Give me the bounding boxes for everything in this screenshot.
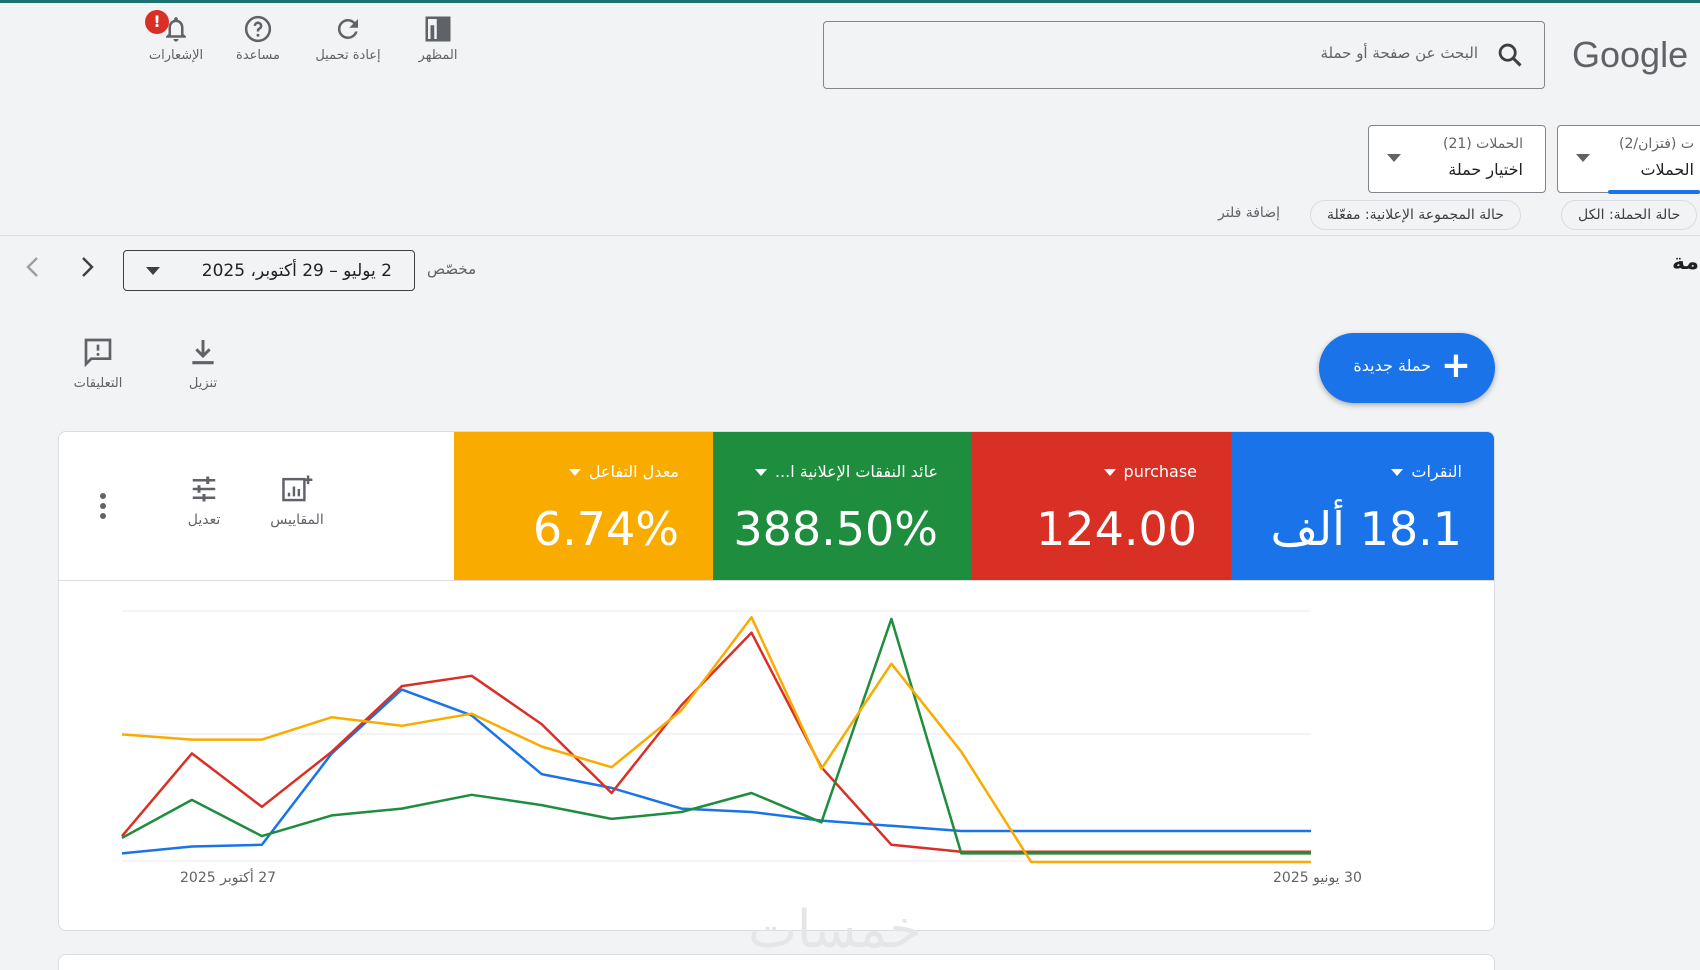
x-axis-end-label: 27 أكتوبر 2025 xyxy=(180,870,277,886)
help-button[interactable]: مساعدة xyxy=(215,14,301,63)
download-label: تنزيل xyxy=(188,376,218,391)
kpi-value: 124.00 xyxy=(1036,502,1197,556)
more-options-icon[interactable] xyxy=(99,492,107,524)
feedback-label: التعليقات xyxy=(73,376,123,391)
chart-series-line-3 xyxy=(121,617,1311,855)
feedback-button[interactable]: التعليقات xyxy=(58,336,138,391)
alert-badge: ! xyxy=(145,10,169,34)
adjust-button[interactable]: تعديل xyxy=(169,474,239,528)
filter-chip-campaign-status[interactable]: حالة الحملة: الكل xyxy=(1561,200,1698,230)
selector-active-indicator xyxy=(1608,190,1700,194)
notifications-button[interactable]: ! الإشعارات xyxy=(133,10,219,63)
kpi-name: معدل التفاعل xyxy=(588,462,679,481)
campaign-selector[interactable]: الحملات (21) اختيار حملة xyxy=(1368,125,1546,193)
caret-down-icon xyxy=(754,469,767,476)
google-logo-text: Google xyxy=(1572,34,1689,75)
kpi-value: 18.1 ألف xyxy=(1270,502,1462,556)
refresh-label: إعادة تحميل xyxy=(315,48,381,63)
new-campaign-label: حملة جديدة xyxy=(1353,356,1431,375)
kpi-engagement-rate[interactable]: معدل التفاعل 6.74% xyxy=(454,432,713,580)
adjust-label: تعديل xyxy=(187,512,221,528)
tune-icon xyxy=(192,476,216,502)
help-icon xyxy=(244,15,272,43)
chevron-right-icon[interactable] xyxy=(76,255,98,279)
chevron-down-icon xyxy=(1576,154,1590,162)
metrics-button[interactable]: المقاييس xyxy=(262,474,332,528)
kpi-name: النقرات xyxy=(1411,462,1462,481)
refresh-icon xyxy=(337,18,358,39)
account-selector-small: ت (فتزان/2) xyxy=(1618,136,1694,152)
metrics-chart-icon xyxy=(282,475,313,502)
chevron-down-icon xyxy=(1387,154,1401,162)
top-accent-line xyxy=(0,0,1700,3)
kpi-value: 388.50% xyxy=(733,502,938,556)
watermark: خمسات xyxy=(748,900,922,960)
date-range-value: 2 يوليو – 29 أكتوبر، 2025 xyxy=(201,261,392,281)
kpi-name: purchase xyxy=(1123,462,1197,481)
account-selector-value: الحملات xyxy=(1640,160,1694,179)
plus-icon: + xyxy=(1440,345,1471,386)
account-selector[interactable]: ت (فتزان/2) الحملات xyxy=(1557,125,1700,193)
kpi-purchase[interactable]: purchase 124.00 xyxy=(972,432,1231,580)
kpi-roas[interactable]: عائد النفقات الإعلانية ا... 388.50% xyxy=(713,432,972,580)
date-range-picker[interactable]: 2 يوليو – 29 أكتوبر، 2025 xyxy=(123,250,415,291)
refresh-button[interactable]: إعادة تحميل xyxy=(305,14,391,63)
divider xyxy=(0,235,1700,236)
appearance-icon xyxy=(425,16,451,42)
performance-card: تعديل المقاييس معدل التفاعل 6.74% عائد ا… xyxy=(58,431,1495,931)
notifications-label: الإشعارات xyxy=(148,48,204,63)
caret-down-icon xyxy=(1391,469,1404,476)
feedback-icon xyxy=(84,338,112,368)
chevron-left-icon[interactable] xyxy=(22,255,44,279)
filter-chip-adgroup-status[interactable]: حالة المجموعة الإعلانية: مفعّلة xyxy=(1310,200,1521,230)
chevron-down-icon xyxy=(146,267,160,275)
kpi-clicks[interactable]: النقرات 18.1 ألف xyxy=(1231,432,1494,580)
new-campaign-button[interactable]: + حملة جديدة xyxy=(1319,333,1495,403)
download-icon xyxy=(192,340,214,365)
appearance-label: المظهر xyxy=(418,48,458,63)
page-title: مة xyxy=(1672,250,1699,275)
caret-down-icon xyxy=(568,469,581,476)
add-filter-button[interactable]: إضافة فلتر xyxy=(1218,205,1280,221)
download-button[interactable]: تنزيل xyxy=(163,336,243,391)
date-range-label: مخصّص xyxy=(427,260,477,278)
campaign-selector-value: اختيار حملة xyxy=(1448,160,1523,179)
appearance-button[interactable]: المظهر xyxy=(395,14,481,63)
search-input[interactable]: البحث عن صفحة أو حملة xyxy=(823,21,1545,89)
chart-series-line-1 xyxy=(121,688,1311,855)
caret-down-icon xyxy=(1103,469,1116,476)
kpi-name: عائد النفقات الإعلانية ا... xyxy=(774,462,938,481)
kpi-value: 6.74% xyxy=(532,502,679,556)
metrics-label: المقاييس xyxy=(270,512,324,528)
campaign-selector-small: الحملات (21) xyxy=(1442,136,1523,152)
search-icon xyxy=(1498,43,1522,67)
x-axis-start-label: 30 يونيو 2025 xyxy=(1273,870,1362,886)
search-placeholder: البحث عن صفحة أو حملة xyxy=(1320,44,1478,62)
help-label: مساعدة xyxy=(236,48,280,63)
